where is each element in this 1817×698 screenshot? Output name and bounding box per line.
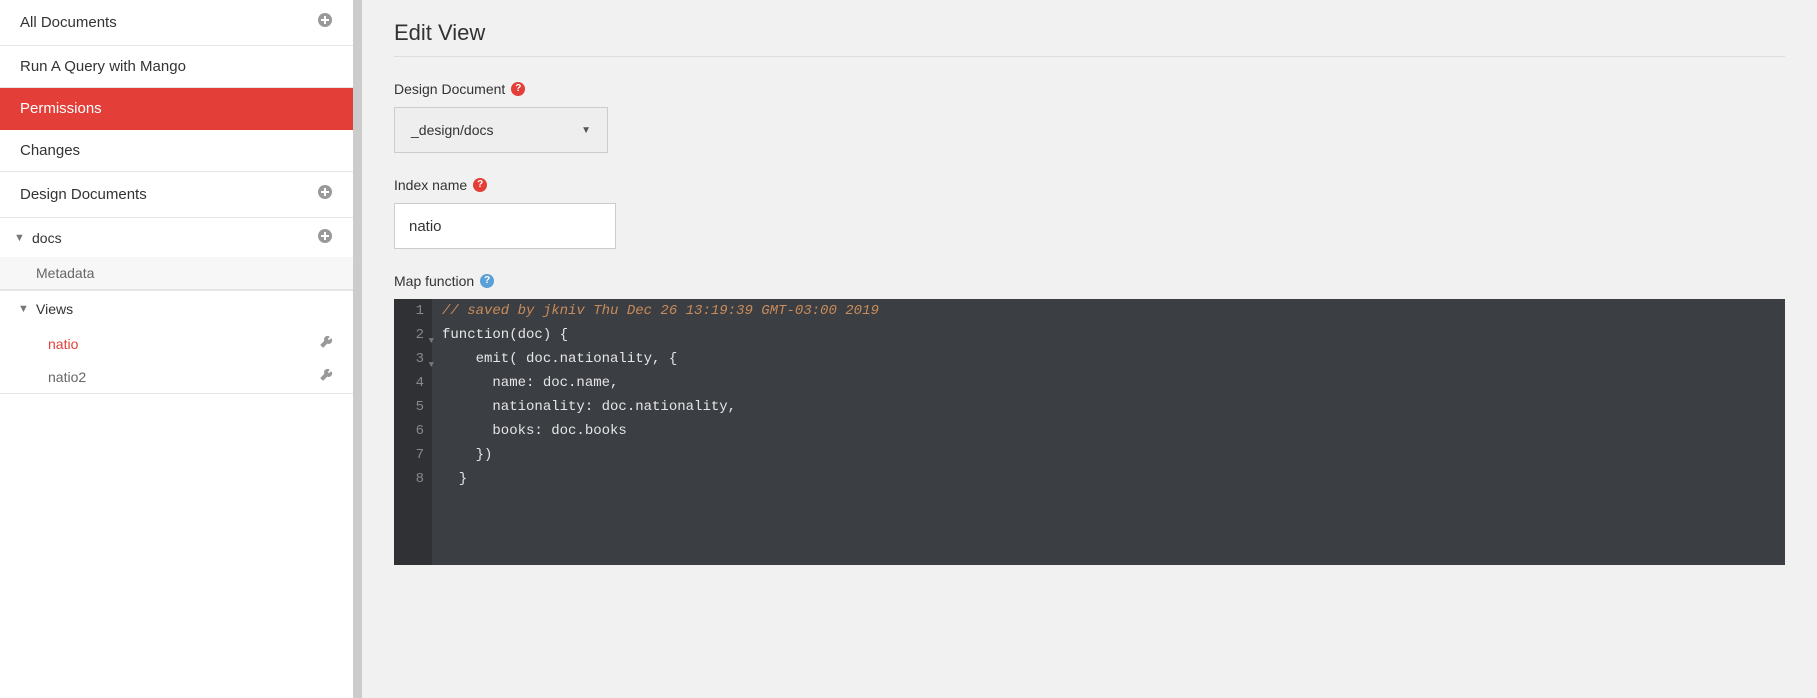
sidebar-item-mango[interactable]: Run A Query with Mango xyxy=(0,46,353,88)
sidebar-item-label: Design Documents xyxy=(20,186,147,203)
sidebar-item-label: natio2 xyxy=(48,369,86,385)
sidebar-tree-views-header[interactable]: ▼ Views xyxy=(0,290,353,327)
dropdown-value: _design/docs xyxy=(411,122,494,138)
editor-gutter: 1 2▼ 3▼ 4 5 6 7 8 xyxy=(394,299,432,565)
sidebar-view-item[interactable]: natio2 xyxy=(0,360,353,393)
sidebar-item-label: Changes xyxy=(20,142,80,159)
sidebar-item-design-documents[interactable]: Design Documents xyxy=(0,172,353,218)
sidebar-view-item[interactable]: natio xyxy=(0,327,353,360)
sidebar-item-permissions[interactable]: Permissions xyxy=(0,88,353,130)
editor-body[interactable]: // saved by jkniv Thu Dec 26 13:19:39 GM… xyxy=(432,299,1785,565)
sidebar-tree-docs: ▼ docs Metadata ▼ Views natio natio2 xyxy=(0,218,353,394)
sidebar-item-label: docs xyxy=(32,230,317,246)
caret-down-icon: ▼ xyxy=(18,303,28,315)
sidebar-item-label: Metadata xyxy=(36,265,94,281)
index-name-label: Index name ? xyxy=(394,177,1785,193)
help-icon[interactable]: ? xyxy=(480,274,494,288)
wrench-icon[interactable] xyxy=(319,335,333,352)
sidebar-item-label: Permissions xyxy=(20,100,102,117)
design-document-dropdown[interactable]: _design/docs ▼ xyxy=(394,107,608,153)
main-content: Edit View Design Document ? _design/docs… xyxy=(354,0,1817,698)
sidebar-item-label: Run A Query with Mango xyxy=(20,58,186,75)
sidebar-tree-docs-header[interactable]: ▼ docs xyxy=(0,218,353,257)
plus-icon[interactable] xyxy=(317,12,333,33)
map-function-editor[interactable]: 1 2▼ 3▼ 4 5 6 7 8 // saved by jkniv Thu … xyxy=(394,299,1785,565)
sidebar-item-metadata[interactable]: Metadata xyxy=(0,257,353,289)
plus-icon[interactable] xyxy=(317,184,333,205)
help-icon[interactable]: ? xyxy=(473,178,487,192)
sidebar-item-changes[interactable]: Changes xyxy=(0,130,353,172)
help-icon[interactable]: ? xyxy=(511,82,525,96)
sidebar: All Documents Run A Query with Mango Per… xyxy=(0,0,354,698)
sidebar-item-label: natio xyxy=(48,336,78,352)
sidebar-item-label: All Documents xyxy=(20,14,117,31)
index-name-input[interactable] xyxy=(394,203,616,249)
wrench-icon[interactable] xyxy=(319,368,333,385)
map-function-label: Map function ? xyxy=(394,273,1785,289)
sidebar-item-label: Views xyxy=(36,301,333,317)
plus-icon[interactable] xyxy=(317,228,333,247)
page-title: Edit View xyxy=(394,20,1785,46)
design-document-label: Design Document ? xyxy=(394,81,1785,97)
caret-down-icon: ▼ xyxy=(14,232,24,244)
caret-down-icon: ▼ xyxy=(581,125,591,136)
sidebar-item-all-documents[interactable]: All Documents xyxy=(0,0,353,46)
divider xyxy=(394,56,1785,57)
